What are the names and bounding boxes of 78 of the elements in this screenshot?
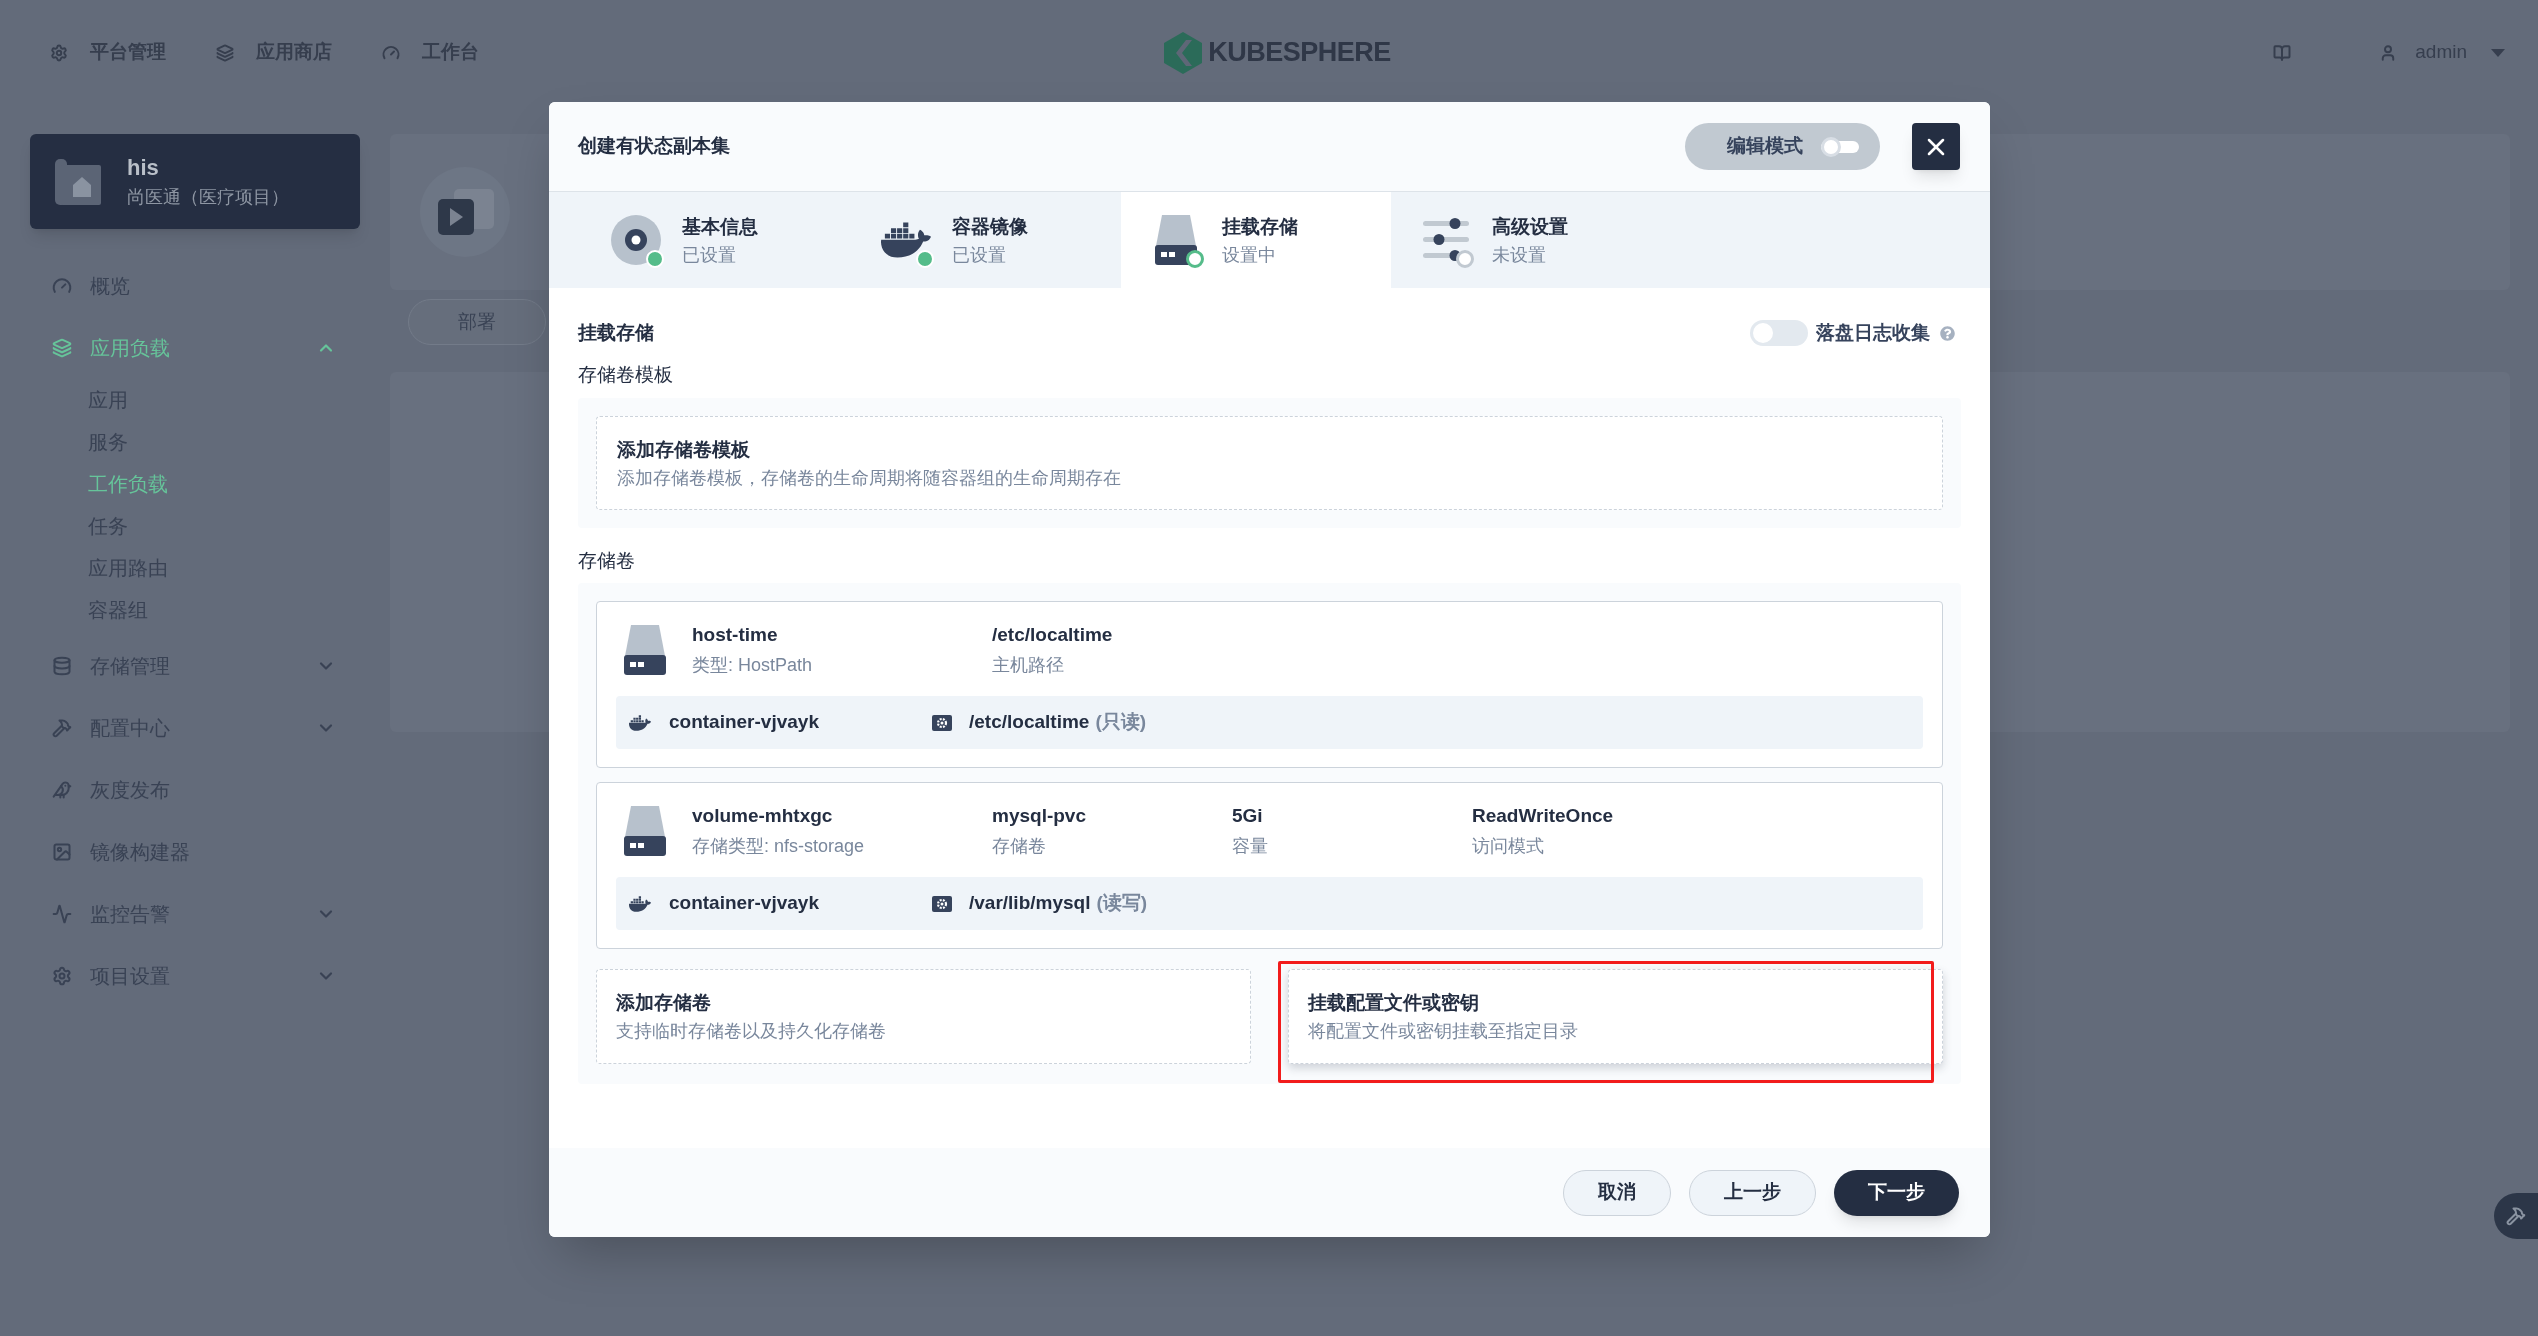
step-status: 已设置	[952, 243, 1006, 267]
sidebar-item[interactable]: 应用负载	[30, 317, 360, 379]
volume-value: 5Gi	[1232, 804, 1264, 828]
sidebar-subitem[interactable]: 工作负载	[30, 463, 360, 505]
edit-mode-button[interactable]: 编辑模式	[1685, 123, 1880, 170]
step-title: 基本信息	[682, 214, 758, 239]
gear-icon	[932, 895, 952, 912]
gear-icon	[932, 714, 952, 731]
step-title: 挂载存储	[1222, 214, 1298, 239]
disc-icon	[611, 215, 661, 265]
step-tab[interactable]: 挂载存储 设置中	[1121, 192, 1391, 288]
volume-value: volume-mhtxgc	[692, 804, 834, 828]
section-title: 挂载存储	[578, 320, 654, 345]
action-card[interactable]: 添加存储卷 支持临时存储卷以及持久化存储卷	[596, 969, 1251, 1064]
step-status: 未设置	[1492, 243, 1546, 267]
project-name: his	[127, 153, 160, 182]
field-label: 存储卷	[578, 549, 636, 573]
hammer-icon	[52, 718, 72, 738]
logo-icon	[1164, 31, 1203, 74]
container-name: container-vjvayk	[669, 891, 819, 916]
step-title: 高级设置	[1492, 214, 1568, 239]
card-title: 挂载配置文件或密钥	[1308, 991, 1479, 1015]
folder-icon	[55, 158, 101, 205]
step-status: 设置中	[1222, 243, 1276, 267]
caret-icon	[2491, 48, 2505, 57]
toggle-switch[interactable]	[1750, 320, 1808, 346]
close-button[interactable]	[1912, 123, 1960, 170]
project-description: 尚医通（医疗项目）	[127, 185, 289, 209]
volume-value: /etc/localtime	[992, 623, 1114, 647]
layers-icon	[216, 43, 234, 62]
volume-label: 存储卷	[992, 835, 1047, 858]
volume-label: 访问模式	[1472, 835, 1545, 858]
volume-label: 容量	[1232, 835, 1269, 858]
layers-icon	[52, 338, 72, 358]
secondary-button[interactable]: 上一步	[1689, 1169, 1816, 1216]
next-button[interactable]: 下一步	[1834, 1169, 1959, 1216]
field-label: 存储卷模板	[578, 363, 674, 387]
pulse-icon	[52, 904, 72, 924]
access-mode: (只读)	[1095, 710, 1147, 735]
mount-path: /var/lib/mysql	[969, 891, 1091, 916]
toolbox-button[interactable]	[2494, 1193, 2538, 1239]
card-title: 添加存储卷模板	[617, 437, 750, 462]
disk-icon	[624, 806, 666, 856]
play-icon	[420, 167, 510, 257]
card-description: 支持临时存储卷以及持久化存储卷	[616, 1020, 886, 1043]
toggle-label: 落盘日志收集	[1816, 320, 1930, 345]
card-description: 将配置文件或密钥挂载至指定目录	[1308, 1020, 1578, 1043]
project-card[interactable]: his 尚医通（医疗项目）	[30, 134, 360, 229]
dialog-title: 创建有状态副本集	[578, 134, 730, 159]
volume-label: 类型: HostPath	[692, 654, 814, 677]
access-mode: (读写)	[1096, 891, 1148, 916]
help-icon[interactable]	[1940, 325, 1955, 341]
gauge-icon	[52, 276, 72, 296]
volume-label: 存储类型: nfs-storage	[692, 835, 866, 858]
volume-label: 主机路径	[992, 654, 1065, 677]
image-icon	[52, 842, 72, 862]
action-card[interactable]: 挂载配置文件或密钥 将配置文件或密钥挂载至指定目录	[1288, 969, 1943, 1064]
step-status: 已设置	[682, 243, 736, 267]
disk-icon	[624, 625, 666, 675]
book-icon[interactable]	[2273, 43, 2292, 62]
bird-icon	[52, 780, 72, 800]
disk-icon	[1155, 215, 1197, 265]
database-icon	[52, 656, 72, 676]
settings-icon	[52, 966, 72, 986]
volume-value: host-time	[692, 623, 779, 647]
volume-value: mysql-pvc	[992, 804, 1087, 828]
card-description: 添加存储卷模板，存储卷的生命周期将随容器组的生命周期存在	[617, 466, 1121, 490]
container-name: container-vjvayk	[669, 710, 819, 735]
mount-path: /etc/localtime	[969, 710, 1090, 735]
settings-icon	[50, 43, 68, 62]
gauge-icon	[382, 43, 400, 62]
toggle-switch[interactable]	[1821, 136, 1859, 157]
hammer-icon	[2506, 1206, 2526, 1226]
secondary-button[interactable]: 取消	[1563, 1169, 1671, 1216]
step-title: 容器镜像	[952, 214, 1028, 239]
volume-value: ReadWriteOnce	[1472, 804, 1615, 828]
card-title: 添加存储卷	[616, 991, 711, 1015]
add-template-card[interactable]: 添加存储卷模板 添加存储卷模板，存储卷的生命周期将随容器组的生命周期存在	[596, 416, 1943, 510]
